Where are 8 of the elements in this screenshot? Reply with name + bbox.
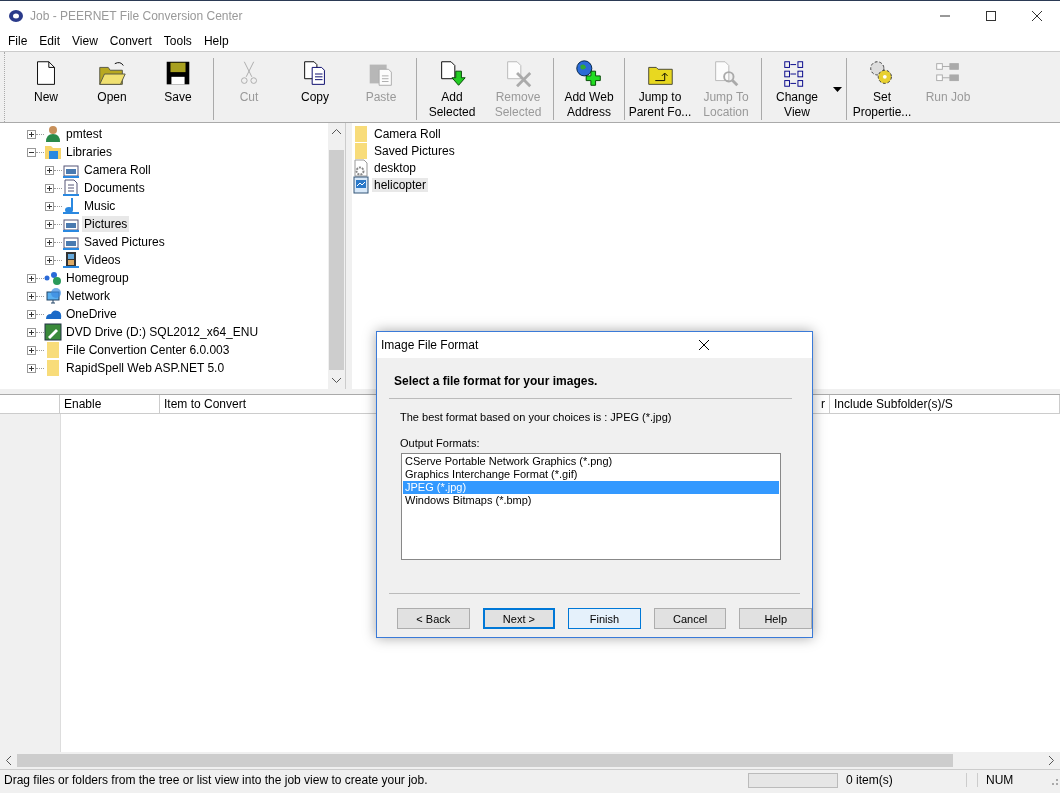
dialog-title: Image File Format [381,338,480,352]
window-title: Job - PEERNET File Conversion Center [30,9,244,23]
num-lock-indicator: NUM [977,773,1046,787]
dialog-heading: Select a file format for your images. [393,373,599,390]
list-label: Output Formats: [399,436,481,451]
info-text: The best format based on your choices is : JPEG (*.jpg) [399,410,673,423]
item-count: 0 item(s) [846,773,967,787]
status-message: Drag files or folders from the tree or list view into the job view to create your job. [3,773,429,787]
